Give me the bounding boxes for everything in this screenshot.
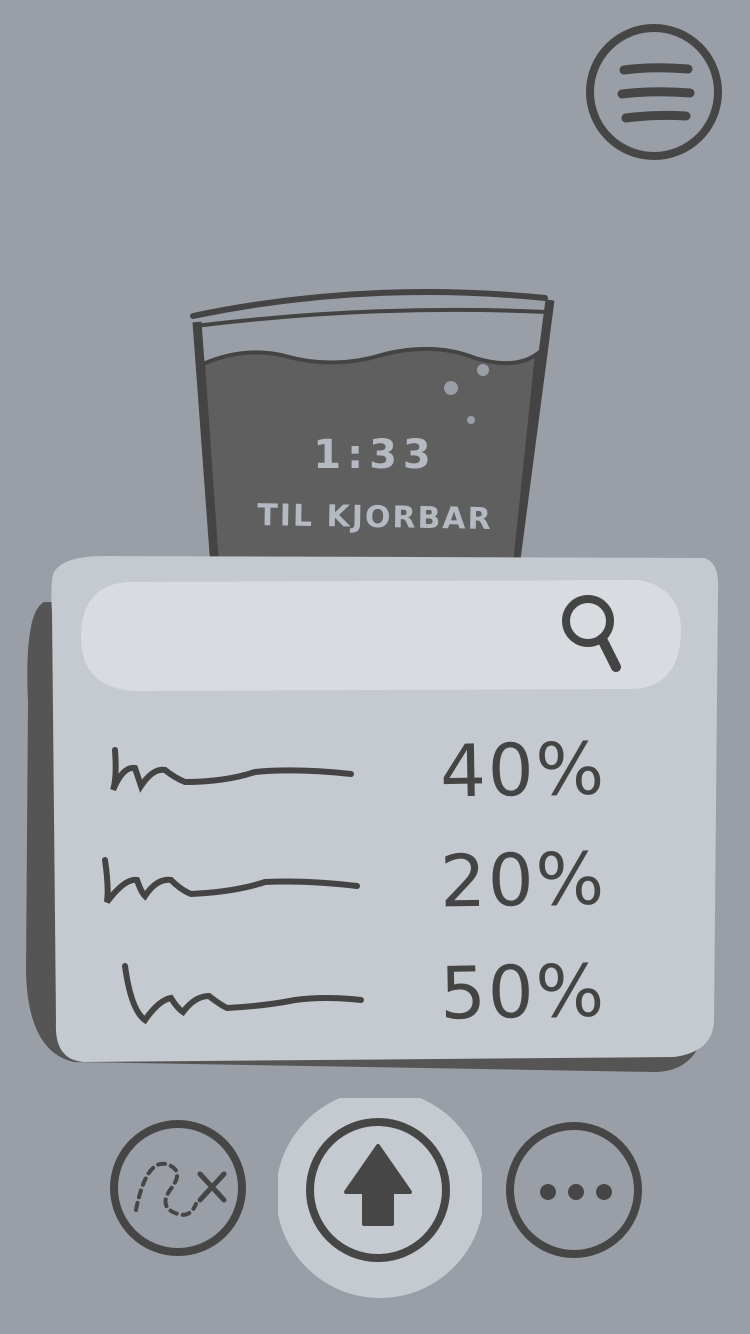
percent-value: 50% [439, 948, 607, 1036]
upload-button[interactable] [276, 1090, 484, 1302]
percent-value: 20% [439, 836, 607, 924]
route-add-icon [110, 1120, 246, 1256]
percent-value: 40% [439, 726, 607, 814]
menu-button[interactable] [582, 22, 726, 166]
label-scribble-icon [102, 857, 360, 904]
label-scribble-icon [110, 747, 354, 793]
list-item[interactable]: 20% [95, 836, 655, 928]
search-bar[interactable] [78, 577, 683, 692]
more-dots-icon [506, 1122, 642, 1258]
hamburger-menu-icon [586, 24, 722, 160]
up-arrow-icon [276, 1090, 484, 1298]
timer-time: 1:33 [313, 432, 437, 478]
timer-glass: 1:33 TIL KJORBAR [185, 282, 565, 572]
list-item[interactable]: 40% [95, 726, 655, 818]
timer-caption: TIL KJORBAR [257, 497, 493, 538]
search-icon[interactable] [558, 585, 628, 685]
route-add-button[interactable] [100, 1110, 260, 1270]
label-scribble-icon [122, 963, 364, 1025]
list-item[interactable]: 50% [95, 948, 655, 1040]
more-button[interactable] [500, 1110, 660, 1270]
